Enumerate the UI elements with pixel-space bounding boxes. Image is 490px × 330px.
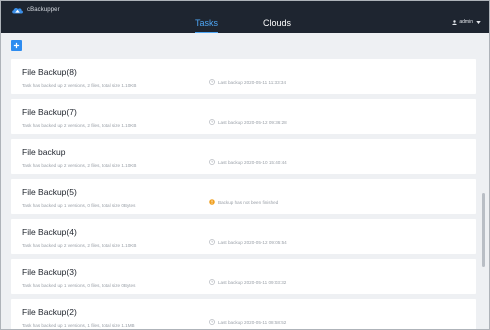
task-card[interactable]: File backup Task has backed up 2 version…: [11, 139, 476, 174]
task-card[interactable]: File Backup(5) Task has backed up 1 vers…: [11, 179, 476, 214]
tab-clouds[interactable]: Clouds: [263, 18, 291, 32]
chevron-down-icon: [476, 20, 481, 24]
user-name: admin: [459, 19, 473, 25]
tab-tasks[interactable]: Tasks: [195, 18, 219, 33]
task-status-text: Last backup 2020-05-12 09:05:54: [218, 239, 287, 245]
task-status-text: Backup has not been finished: [218, 199, 279, 205]
task-summary: Task has backed up 1 versions, 1 files, …: [22, 323, 135, 328]
task-summary: Task has backed up 2 versions, 2 files, …: [22, 243, 137, 248]
clock-icon: [209, 239, 215, 245]
warning-icon: [209, 199, 215, 205]
task-status-text: Last backup 2020-05-11 11:33:34: [218, 79, 287, 85]
task-title: File Backup(3): [22, 267, 77, 277]
clock-icon: [209, 319, 215, 325]
task-card[interactable]: File Backup(7) Task has backed up 2 vers…: [11, 99, 476, 134]
clock-icon: [209, 119, 215, 125]
task-title: File Backup(5): [22, 187, 77, 197]
clock-icon: [209, 279, 215, 285]
task-status-text: Last backup 2020-05-10 15:40:44: [218, 159, 287, 165]
cloud-logo-icon: [12, 7, 24, 14]
user-icon: [452, 19, 458, 25]
task-title: File Backup(4): [22, 227, 77, 237]
task-summary: Task has backed up 1 versions, 0 files, …: [22, 283, 136, 288]
task-card[interactable]: File Backup(2) Task has backed up 1 vers…: [11, 299, 476, 329]
scrollbar-thumb[interactable]: [482, 193, 485, 267]
task-card[interactable]: File Backup(4) Task has backed up 2 vers…: [11, 219, 476, 254]
clock-icon: [209, 79, 215, 85]
task-status: Last backup 2020-05-11 11:33:34: [209, 79, 286, 85]
app-window: cBackupper Tasks Clouds admin File Backu…: [0, 0, 490, 330]
task-summary: Task has backed up 2 versions, 2 files, …: [22, 123, 137, 128]
task-card[interactable]: File Backup(8) Task has backed up 2 vers…: [11, 59, 476, 94]
top-navigation-bar: cBackupper Tasks Clouds admin: [1, 1, 489, 33]
add-task-button[interactable]: [11, 40, 22, 51]
task-status: Last backup 2020-05-11 09:03:32: [209, 279, 286, 285]
app-name: cBackupper: [27, 7, 60, 13]
task-status: Last backup 2020-05-12 09:36:28: [209, 119, 287, 125]
task-status: Last backup 2020-05-11 08:58:52: [209, 319, 286, 325]
clock-icon: [209, 159, 215, 165]
task-summary: Task has backed up 1 versions, 0 files, …: [22, 203, 136, 208]
task-status-text: Last backup 2020-05-12 09:36:28: [218, 119, 287, 125]
plus-icon: [13, 42, 20, 49]
task-card[interactable]: File Backup(3) Task has backed up 1 vers…: [11, 259, 476, 294]
task-status-text: Last backup 2020-05-11 08:58:52: [218, 319, 287, 325]
app-logo[interactable]: cBackupper: [11, 5, 60, 15]
task-summary: Task has backed up 2 versions, 2 files, …: [22, 83, 137, 88]
task-list: File Backup(8) Task has backed up 2 vers…: [11, 56, 476, 329]
task-status: Last backup 2020-05-12 09:05:54: [209, 239, 287, 245]
task-title: File Backup(8): [22, 67, 77, 77]
task-title: File backup: [22, 147, 66, 157]
task-status-text: Last backup 2020-05-11 09:03:32: [218, 279, 287, 285]
task-summary: Task has backed up 2 versions, 2 files, …: [22, 163, 137, 168]
user-menu[interactable]: admin: [452, 19, 481, 25]
task-status: Backup has not been finished: [209, 199, 278, 205]
task-title: File Backup(2): [22, 307, 77, 317]
task-status: Last backup 2020-05-10 15:40:44: [209, 159, 287, 165]
task-title: File Backup(7): [22, 107, 77, 117]
